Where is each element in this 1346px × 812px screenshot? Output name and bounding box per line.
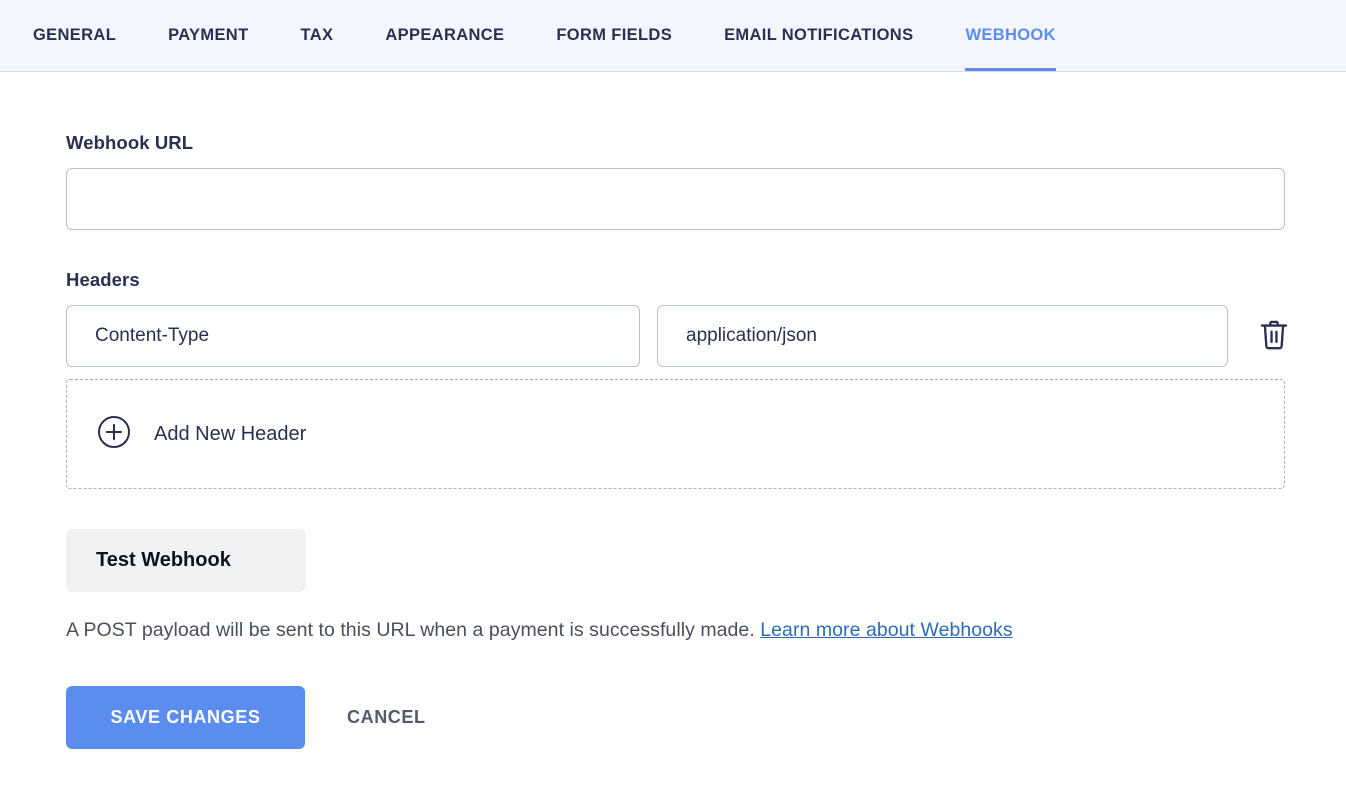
test-webhook-button[interactable]: Test Webhook bbox=[66, 529, 306, 592]
tab-form-fields[interactable]: FORM FIELDS bbox=[556, 0, 672, 71]
tab-label: GENERAL bbox=[33, 25, 117, 44]
tab-payment[interactable]: PAYMENT bbox=[168, 0, 248, 71]
add-new-header-button[interactable]: Add New Header bbox=[66, 379, 1285, 489]
tab-label: TAX bbox=[300, 25, 334, 44]
tab-tax[interactable]: TAX bbox=[301, 0, 334, 71]
plus-circle-icon bbox=[97, 415, 131, 454]
webhook-settings-panel: Webhook URL Headers A bbox=[0, 132, 1346, 749]
tab-label: EMAIL NOTIFICATIONS bbox=[724, 25, 914, 44]
delete-header-button[interactable] bbox=[1251, 313, 1297, 359]
trash-icon bbox=[1259, 319, 1289, 354]
tab-webhook[interactable]: WEBHOOK bbox=[965, 0, 1057, 71]
cancel-button[interactable]: CANCEL bbox=[347, 707, 426, 728]
header-row bbox=[66, 305, 1346, 367]
tab-label: FORM FIELDS bbox=[556, 25, 673, 44]
add-new-header-label: Add New Header bbox=[154, 422, 307, 445]
headers-label: Headers bbox=[66, 269, 140, 290]
test-webhook-label: Test Webhook bbox=[96, 549, 231, 571]
header-value-input[interactable] bbox=[657, 305, 1228, 367]
save-changes-button[interactable]: SAVE CHANGES bbox=[66, 686, 305, 749]
header-key-input[interactable] bbox=[66, 305, 640, 367]
tab-appearance[interactable]: APPEARANCE bbox=[385, 0, 504, 71]
webhook-description-text: A POST payload will be sent to this URL … bbox=[66, 619, 755, 641]
settings-tab-bar: GENERAL PAYMENT TAX APPEARANCE FORM FIEL… bbox=[0, 0, 1346, 72]
webhook-url-label: Webhook URL bbox=[66, 132, 194, 153]
webhook-url-input[interactable] bbox=[66, 168, 1285, 230]
learn-more-webhooks-link[interactable]: Learn more about Webhooks bbox=[760, 619, 1012, 641]
webhook-description: A POST payload will be sent to this URL … bbox=[66, 619, 1346, 642]
tab-label: WEBHOOK bbox=[965, 25, 1056, 44]
tab-email-notifications[interactable]: EMAIL NOTIFICATIONS bbox=[724, 0, 913, 71]
tab-label: APPEARANCE bbox=[385, 25, 505, 44]
tab-general[interactable]: GENERAL bbox=[33, 0, 116, 71]
tab-label: PAYMENT bbox=[168, 25, 249, 44]
form-actions: SAVE CHANGES CANCEL bbox=[66, 686, 1346, 749]
